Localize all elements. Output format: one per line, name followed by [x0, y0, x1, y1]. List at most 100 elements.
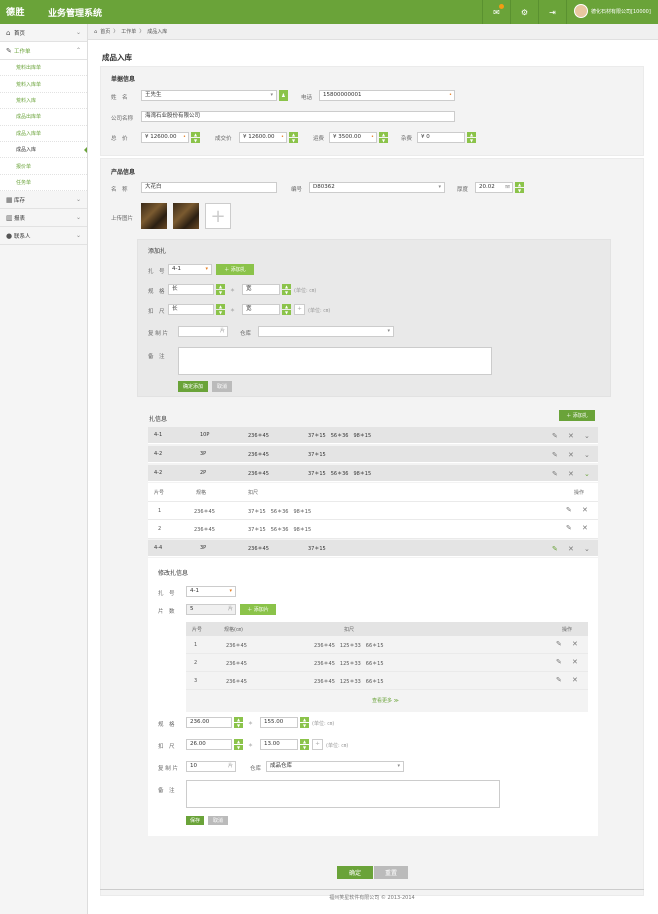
- spec-long-field[interactable]: 长: [168, 284, 214, 295]
- sidebar-subitem[interactable]: 荒料入库单: [0, 76, 87, 93]
- close-icon[interactable]: ✕: [572, 658, 578, 666]
- spec-wide-stepper[interactable]: ▲ ▼: [300, 717, 309, 728]
- zha-no-select[interactable]: 4-1 ▾: [186, 586, 236, 597]
- zha-row-expanded[interactable]: 4-2 2P 236＊45 37＊15 56＊36 98＊15 ✎ ✕ ⌄: [148, 465, 598, 482]
- avatar[interactable]: [574, 4, 588, 18]
- save-button[interactable]: 保存: [186, 816, 204, 825]
- spec-long-stepper[interactable]: ▲ ▼: [234, 717, 243, 728]
- name-select[interactable]: 王先生 ▾: [141, 90, 277, 101]
- edit-icon[interactable]: ✎: [552, 451, 558, 459]
- copy-count-field[interactable]: 片: [178, 326, 228, 337]
- add-cut-icon[interactable]: +: [294, 304, 305, 315]
- cancel-add-button[interactable]: 取消: [212, 381, 232, 392]
- sidebar-subitem[interactable]: 任务单: [0, 174, 87, 192]
- confirm-button[interactable]: 确定: [337, 866, 373, 879]
- chevron-down-icon[interactable]: ⌄: [584, 545, 590, 553]
- chevron-down-icon[interactable]: ⌄: [584, 432, 590, 440]
- logout-icon[interactable]: ⇥: [538, 0, 566, 24]
- product-image[interactable]: [173, 203, 199, 229]
- cut-wide-stepper[interactable]: ▲ ▼: [282, 304, 291, 315]
- chevron-down-icon[interactable]: ⌄: [584, 451, 590, 459]
- edit-icon[interactable]: ✎: [556, 658, 562, 666]
- thickness-field[interactable]: 20.02 ㎜: [475, 182, 513, 193]
- misc-stepper[interactable]: ▲ ▼: [467, 132, 476, 143]
- cancel-button[interactable]: 取消: [208, 816, 228, 825]
- spec-wide-field[interactable]: 155.00: [260, 717, 298, 728]
- edit-icon[interactable]: ✎: [552, 432, 558, 440]
- close-icon[interactable]: ✕: [582, 506, 588, 514]
- close-icon[interactable]: ✕: [572, 640, 578, 648]
- close-icon[interactable]: ✕: [568, 545, 574, 553]
- chevron-down-icon[interactable]: ⌄: [584, 470, 590, 478]
- misc-field[interactable]: ¥ 0: [417, 132, 465, 143]
- cut-long-field[interactable]: 长: [168, 304, 214, 315]
- mail-icon[interactable]: ✉: [482, 0, 510, 24]
- breadcrumb-home[interactable]: 首页: [100, 28, 110, 35]
- sidebar-item-contacts[interactable]: ● 联系人 ⌄: [0, 227, 87, 246]
- breadcrumb-level1[interactable]: 工作单: [121, 28, 136, 35]
- close-icon[interactable]: ✕: [582, 524, 588, 532]
- deal-stepper[interactable]: ▲ ▼: [289, 132, 298, 143]
- sidebar-item-home[interactable]: ⌂ 首页 ⌄: [0, 24, 87, 42]
- freight-field[interactable]: ¥ 3500.00 •: [329, 132, 377, 143]
- add-piece-button[interactable]: ＋ 添加片: [240, 604, 276, 615]
- zha-no-select[interactable]: 4-1 ▾: [168, 264, 212, 275]
- add-image-button[interactable]: +: [205, 203, 231, 229]
- add-zha-button[interactable]: ＋ 添加扎: [559, 410, 595, 421]
- product-image[interactable]: [141, 203, 167, 229]
- edit-icon[interactable]: ✎: [566, 524, 572, 532]
- sidebar-item-reports[interactable]: ▥ 报表 ⌄: [0, 209, 87, 228]
- close-icon[interactable]: ✕: [568, 470, 574, 478]
- zha-row[interactable]: 4-2 3P 236＊45 37＊15 ✎ ✕ ⌄: [148, 446, 598, 463]
- warehouse-select[interactable]: ▾: [258, 326, 394, 337]
- person-icon[interactable]: ♟: [279, 90, 288, 101]
- edit-icon[interactable]: ✎: [556, 676, 562, 684]
- spec-wide-stepper[interactable]: ▲ ▼: [282, 284, 291, 295]
- freight-stepper[interactable]: ▲ ▼: [379, 132, 388, 143]
- reset-button[interactable]: 重置: [374, 866, 408, 879]
- close-icon[interactable]: ✕: [572, 676, 578, 684]
- pieces-field[interactable]: 5片: [186, 604, 236, 615]
- home-icon[interactable]: ⌂: [94, 29, 97, 35]
- gear-icon[interactable]: ⚙: [510, 0, 538, 24]
- sidebar-subitem-active[interactable]: 成品入库: [0, 141, 87, 159]
- close-icon[interactable]: ✕: [568, 432, 574, 440]
- edit-icon[interactable]: ✎: [552, 545, 558, 553]
- cut-wide-field[interactable]: 宽: [242, 304, 280, 315]
- total-field[interactable]: ¥ 12600.00 •: [141, 132, 189, 143]
- edit-icon[interactable]: ✎: [556, 640, 562, 648]
- thickness-stepper[interactable]: ▲ ▼: [515, 182, 524, 193]
- cut-wide-field[interactable]: 13.00: [260, 739, 298, 750]
- spec-long-stepper[interactable]: ▲ ▼: [216, 284, 225, 295]
- total-stepper[interactable]: ▲ ▼: [191, 132, 200, 143]
- spec-wide-field[interactable]: 宽: [242, 284, 280, 295]
- cut-wide-stepper[interactable]: ▲ ▼: [300, 739, 309, 750]
- deal-field[interactable]: ¥ 12600.00 •: [239, 132, 287, 143]
- cut-long-field[interactable]: 26.00: [186, 739, 232, 750]
- sidebar-item-inventory[interactable]: ▦ 库存 ⌄: [0, 191, 87, 210]
- sidebar-subitem[interactable]: 荒料入库: [0, 92, 87, 110]
- sidebar-subitem[interactable]: 报价单: [0, 158, 87, 175]
- copy-count-field[interactable]: 10 片: [186, 761, 236, 772]
- company-field[interactable]: 海湾石业股份有限公司: [141, 111, 455, 122]
- product-name-field[interactable]: 大花白: [141, 182, 277, 193]
- warehouse-select[interactable]: 成品仓库 ▾: [266, 761, 404, 772]
- sidebar-item-workorder[interactable]: ✎ 工作单 ⌃: [0, 42, 87, 60]
- sidebar-subitem[interactable]: 成品出库单: [0, 109, 87, 126]
- zha-row[interactable]: 4-4 3P 236＊45 37＊15 ✎ ✕ ⌄: [148, 540, 598, 557]
- confirm-add-button[interactable]: 确定添加: [178, 381, 208, 392]
- user-name[interactable]: 德化石材有限公司[10000]: [591, 8, 651, 15]
- sidebar-subitem[interactable]: 荒料出库单: [0, 60, 87, 77]
- cut-long-stepper[interactable]: ▲ ▼: [234, 739, 243, 750]
- note-textarea[interactable]: [186, 780, 500, 808]
- code-select[interactable]: D80362 ▾: [309, 182, 445, 193]
- phone-field[interactable]: 15800000001 •: [319, 90, 455, 101]
- edit-icon[interactable]: ✎: [552, 470, 558, 478]
- add-zha-inline-button[interactable]: ＋ 添加扎: [216, 264, 254, 275]
- spec-long-field[interactable]: 236.00: [186, 717, 232, 728]
- edit-icon[interactable]: ✎: [566, 506, 572, 514]
- zha-row[interactable]: 4-1 10P 236＊45 37＊15 56＊36 98＊15 ✎ ✕ ⌄: [148, 427, 598, 444]
- close-icon[interactable]: ✕: [568, 451, 574, 459]
- note-textarea[interactable]: [178, 347, 492, 375]
- cut-long-stepper[interactable]: ▲ ▼: [216, 304, 225, 315]
